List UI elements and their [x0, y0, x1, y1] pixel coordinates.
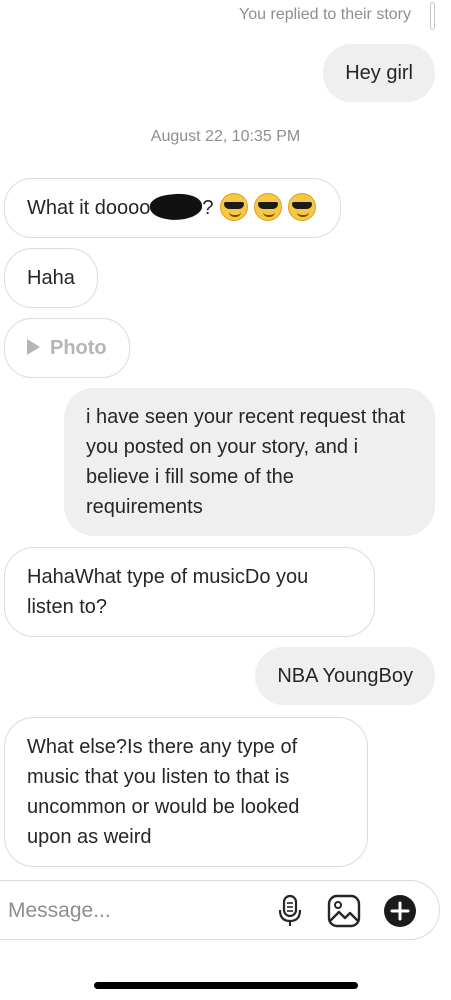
sunglasses-emoji-icon: [253, 192, 282, 221]
scrollbar[interactable]: [430, 2, 435, 30]
gallery-icon[interactable]: [327, 894, 361, 928]
message-text: What it doooo: [27, 197, 151, 219]
sunglasses-emoji-icon: [219, 192, 248, 221]
story-reply-note: You replied to their story: [239, 6, 411, 23]
play-icon: [27, 338, 40, 355]
message-outgoing-hey-girl[interactable]: Hey girl: [323, 44, 435, 102]
message-text: i have seen your recent request that you…: [86, 406, 406, 518]
sunglasses-emoji-icon: [287, 192, 316, 221]
message-incoming-haha[interactable]: Haha: [4, 248, 98, 308]
message-text: Haha: [27, 267, 75, 289]
home-indicator[interactable]: [94, 982, 358, 989]
plus-icon[interactable]: [383, 894, 417, 928]
message-composer: [0, 880, 440, 940]
message-outgoing-request[interactable]: i have seen your recent request that you…: [64, 388, 435, 536]
redaction-scribble: [149, 191, 204, 223]
message-text: NBA YoungBoy: [277, 665, 413, 687]
microphone-icon[interactable]: [273, 894, 307, 928]
photo-label: Photo: [50, 337, 107, 359]
message-incoming-what-else[interactable]: What else?Is there any type of music tha…: [4, 717, 368, 867]
message-input[interactable]: [8, 893, 248, 929]
message-text: What else?Is there any type of music tha…: [27, 736, 300, 848]
message-outgoing-nba-youngboy[interactable]: NBA YoungBoy: [255, 647, 435, 705]
message-text: HahaWhat type of musicDo you listen to?: [27, 566, 309, 618]
conversation-timestamp: August 22, 10:35 PM: [150, 128, 301, 145]
message-incoming-music-question[interactable]: HahaWhat type of musicDo you listen to?: [4, 547, 375, 637]
message-incoming-photo[interactable]: Photo: [4, 318, 130, 378]
message-incoming-what-it-doooo[interactable]: What it doooo?: [4, 178, 341, 238]
message-text: Hey girl: [345, 62, 413, 84]
message-text-suffix: ?: [202, 197, 214, 219]
